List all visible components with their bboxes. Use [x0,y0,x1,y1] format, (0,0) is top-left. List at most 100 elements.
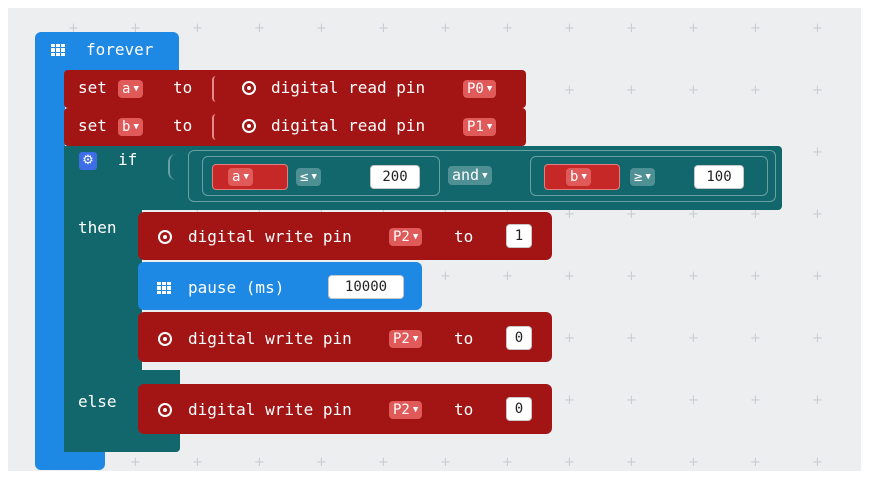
pin-p2-dropdown[interactable]: P2 ▼ [389,330,423,348]
operator-le-dropdown[interactable]: ≤ ▼ [296,168,321,186]
grid-icon [157,282,171,294]
to-label: to [173,116,193,135]
gear-icon[interactable]: ⚙ [79,152,97,170]
forever-block-arm [35,68,65,458]
value-1-input[interactable]: 1 [506,224,532,248]
grid-cross-icon: + [626,269,637,284]
digital-write-label: digital write pin [188,400,352,419]
read-pin-socket-edge [212,114,216,140]
grid-cross-icon: + [626,393,637,408]
variable-a-dropdown[interactable]: a ▼ [118,80,143,98]
grid-cross-icon: + [626,83,637,98]
variable-name: b [122,119,131,135]
grid-cross-icon: + [750,83,761,98]
grid-cross-icon: + [502,269,513,284]
to-label: to [173,78,193,97]
grid-cross-icon: + [688,331,699,346]
pin-name: P2 [393,402,410,418]
grid-cross-icon: + [564,331,575,346]
grid-cross-icon: + [688,269,699,284]
grid-cross-icon: + [750,21,761,36]
pin-p2-dropdown[interactable]: P2 ▼ [389,401,423,419]
grid-cross-icon: + [688,455,699,470]
grid-cross-icon: + [192,21,203,36]
digital-read-label: digital read pin [271,78,426,97]
read-pin-socket-edge [212,76,216,102]
pin-name: P1 [467,119,484,135]
pin-p2-dropdown[interactable]: P2 ▼ [389,228,423,246]
variable-b-dropdown[interactable]: b ▼ [566,168,591,186]
to-label: to [454,227,474,246]
pin-radio-icon [242,81,256,95]
grid-cross-icon: + [564,83,575,98]
chevron-down-icon: ▼ [133,84,139,94]
grid-cross-icon: + [254,21,265,36]
to-label: to [454,400,474,419]
grid-cross-icon: + [192,455,203,470]
grid-cross-icon: + [812,331,823,346]
pin-radio-icon [158,403,172,417]
variable-b-dropdown[interactable]: b ▼ [118,118,143,136]
grid-cross-icon: + [316,455,327,470]
set-label: set [78,78,107,97]
and-operator-dropdown[interactable]: and ▼ [448,166,492,185]
grid-cross-icon: + [564,269,575,284]
variable-name: a [232,169,241,185]
chevron-down-icon: ▼ [243,172,249,182]
chevron-down-icon: ▼ [133,122,139,132]
pause-duration-input[interactable]: 10000 [328,275,404,299]
chevron-down-icon: ▼ [581,172,587,182]
chevron-down-icon: ▼ [486,122,493,132]
digital-write-label: digital write pin [188,329,352,348]
grid-cross-icon: + [502,21,513,36]
grid-cross-icon: + [812,393,823,408]
then-label: then [78,218,117,237]
grid-cross-icon: + [812,145,823,160]
pin-p0-dropdown[interactable]: P0 ▼ [463,80,497,98]
grid-cross-icon: + [440,455,451,470]
grid-cross-icon: + [564,21,575,36]
grid-cross-icon: + [316,21,327,36]
grid-cross-icon: + [378,21,389,36]
if-label: if [118,150,138,169]
value-100-input[interactable]: 100 [694,165,744,189]
value-0-input[interactable]: 0 [506,397,532,421]
operator-symbol: ≥ [634,169,643,185]
grid-icon [51,44,65,56]
chevron-down-icon: ▼ [412,232,419,242]
pin-radio-icon [158,332,172,346]
grid-cross-icon: + [502,455,513,470]
pin-p1-dropdown[interactable]: P1 ▼ [463,118,497,136]
variable-name: a [122,81,131,97]
pause-label: pause (ms) [188,278,285,297]
pin-name: P2 [393,229,410,245]
grid-cross-icon: + [564,393,575,408]
blocks-workspace[interactable]: + + + + + + + + + + + + + + + + + + + + + + + + + + + + + + + + + + + + + + + +… [8,8,861,471]
chevron-down-icon: ▼ [412,405,419,415]
grid-cross-icon: + [626,331,637,346]
grid-cross-icon: + [626,21,637,36]
value-200-input[interactable]: 200 [370,165,420,189]
digital-write-label: digital write pin [188,227,352,246]
value-0-input[interactable]: 0 [506,326,532,350]
digital-read-label: digital read pin [271,116,426,135]
chevron-down-icon: ▼ [311,172,317,182]
operator-symbol: and [452,166,480,184]
grid-cross-icon: + [688,21,699,36]
grid-cross-icon: + [130,455,141,470]
grid-cross-icon: + [812,455,823,470]
grid-cross-icon: + [626,455,637,470]
to-label: to [454,329,474,348]
pin-radio-icon [242,119,256,133]
pin-name: P2 [393,331,410,347]
else-label: else [78,392,117,411]
set-label: set [78,116,107,135]
chevron-down-icon: ▼ [482,171,488,181]
operator-symbol: ≤ [300,169,309,185]
variable-a-dropdown[interactable]: a ▼ [228,168,253,186]
grid-cross-icon: + [254,455,265,470]
grid-cross-icon: + [440,21,451,36]
grid-cross-icon: + [688,83,699,98]
operator-ge-dropdown[interactable]: ≥ ▼ [630,168,655,186]
grid-cross-icon: + [750,393,761,408]
